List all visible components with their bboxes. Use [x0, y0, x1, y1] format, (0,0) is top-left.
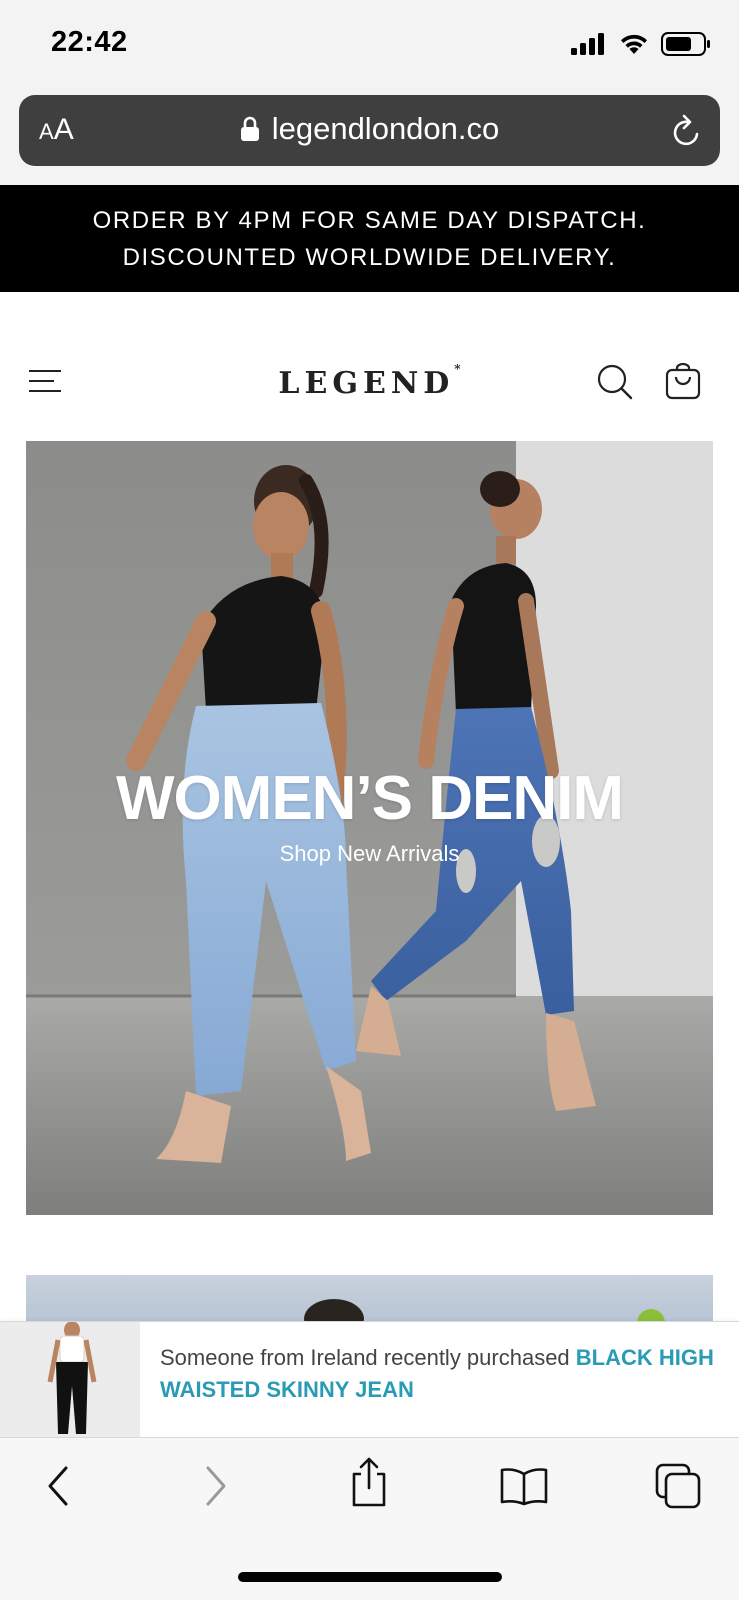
announcement-bar: ORDER BY 4PM FOR SAME DAY DISPATCH. DISC… [0, 185, 739, 292]
status-icons [571, 32, 711, 56]
battery-icon [661, 32, 710, 56]
url-text: legendlondon.co [271, 111, 500, 146]
back-icon[interactable] [44, 1464, 72, 1508]
status-time: 22:42 [51, 26, 128, 58]
share-icon[interactable] [348, 1456, 390, 1508]
hero-banner[interactable]: WOMEN’S DENIM Shop New Arrivals [26, 441, 713, 1215]
announcement-line-2: DISCOUNTED WORLDWIDE DELIVERY. [122, 243, 617, 271]
wifi-icon [621, 34, 647, 54]
announcement-line-1: ORDER BY 4PM FOR SAME DAY DISPATCH. [92, 206, 647, 234]
lock-icon [240, 116, 259, 141]
url-display[interactable]: legendlondon.co [19, 111, 720, 147]
search-icon[interactable] [596, 363, 634, 401]
product-thumbnail[interactable] [0, 1322, 140, 1437]
shopping-bag-icon[interactable] [665, 362, 701, 400]
status-bar: 22:42 [0, 0, 739, 92]
forward-icon[interactable] [202, 1464, 230, 1508]
recent-purchase-notification[interactable]: Someone from Ireland recently purchased … [0, 1321, 739, 1438]
bookmarks-icon[interactable] [499, 1466, 549, 1506]
product-thumbnail-image [0, 1322, 140, 1437]
tabs-icon[interactable] [654, 1462, 702, 1510]
secondary-banner-photo [304, 1299, 665, 1325]
address-bar[interactable]: AA legendlondon.co [19, 95, 720, 166]
home-indicator[interactable] [238, 1572, 502, 1582]
hero-title: WOMEN’S DENIM [115, 764, 624, 833]
logo-mark: * [454, 362, 461, 376]
cellular-signal-icon [571, 33, 604, 55]
purchase-message: Someone from Ireland recently purchased … [160, 1342, 720, 1406]
logo-text: LEGEND [278, 366, 455, 401]
reload-icon[interactable] [670, 113, 704, 149]
shop-new-arrivals-link[interactable]: Shop New Arrivals [26, 841, 713, 867]
browser-top-bar: AA legendlondon.co [0, 92, 739, 185]
secondary-banner[interactable] [26, 1275, 713, 1325]
purchase-message-text: Someone from Ireland recently purchased [160, 1345, 576, 1370]
